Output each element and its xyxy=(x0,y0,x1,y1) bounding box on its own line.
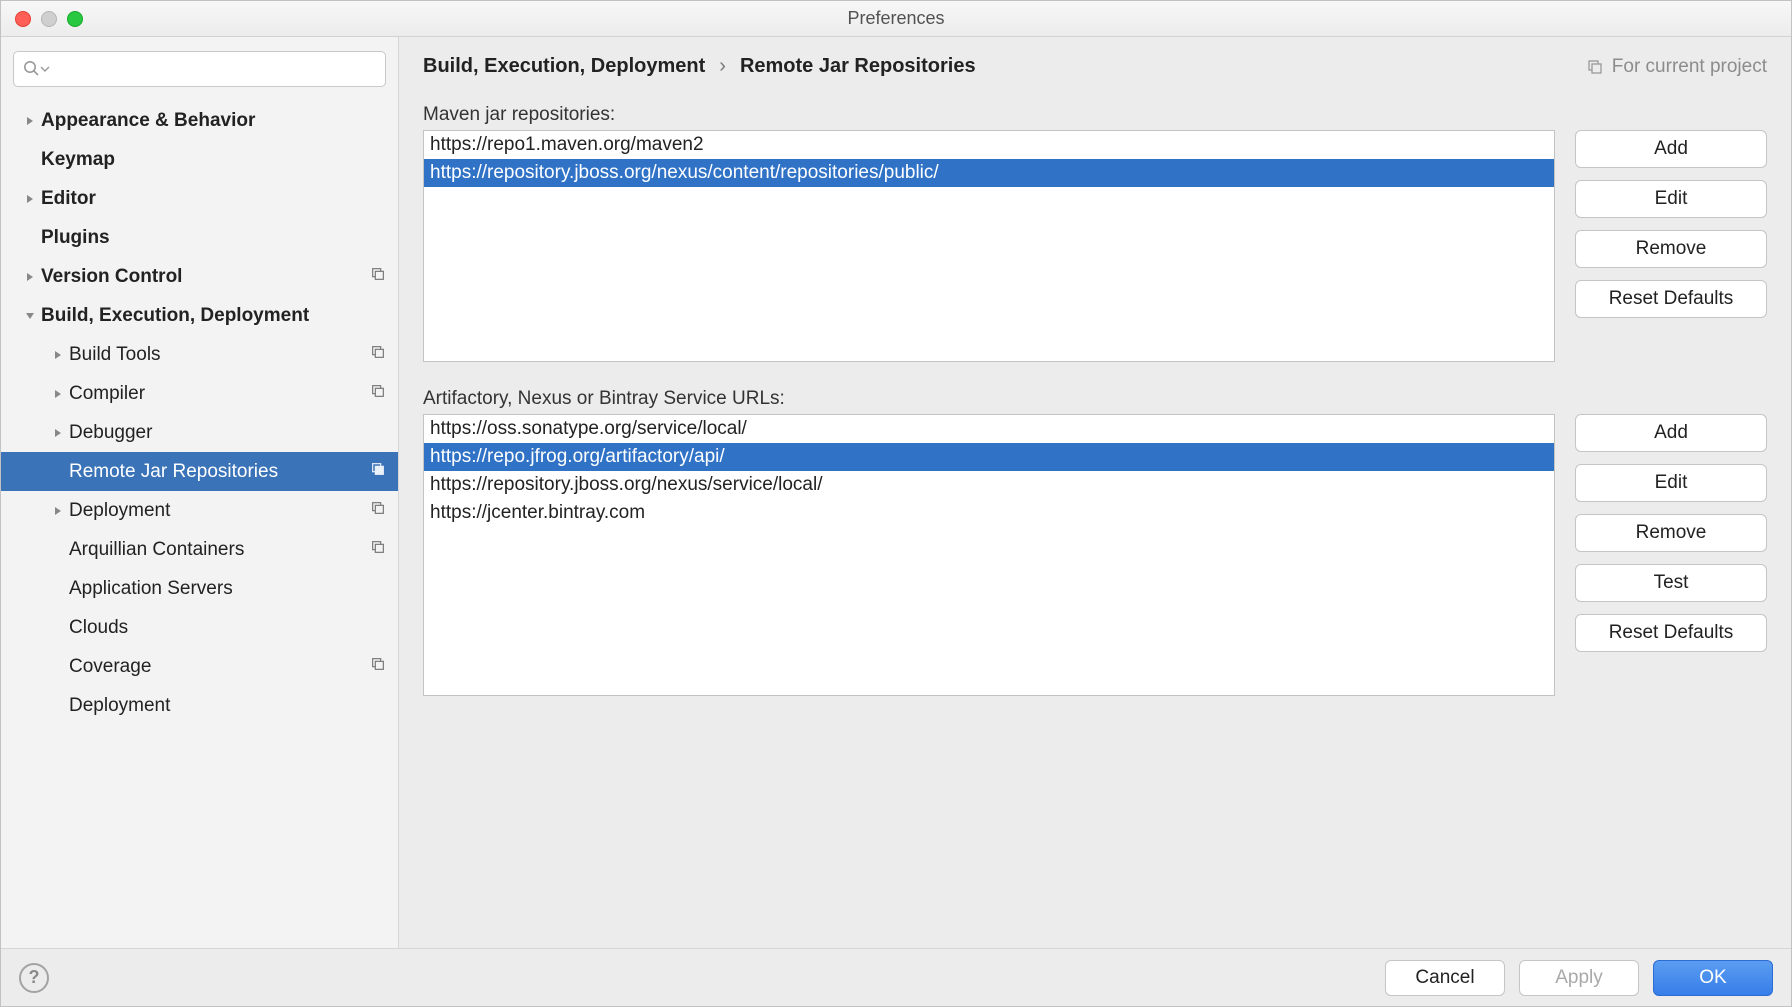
list-item[interactable]: https://repo.jfrog.org/artifactory/api/ xyxy=(424,443,1554,471)
tree-item[interactable]: Clouds xyxy=(1,608,398,647)
chevron-down-icon xyxy=(40,59,50,79)
tree-item[interactable]: Debugger xyxy=(1,413,398,452)
chevron-right-icon[interactable] xyxy=(19,194,41,204)
tree-item-label: Deployment xyxy=(69,695,386,717)
tree-item-label: Build Tools xyxy=(69,344,364,366)
tree-item[interactable]: Deployment xyxy=(1,491,398,530)
list-item[interactable]: https://repository.jboss.org/nexus/conte… xyxy=(424,159,1554,187)
service-urls-label: Artifactory, Nexus or Bintray Service UR… xyxy=(423,388,1767,410)
tree-item-label: Keymap xyxy=(41,149,386,171)
service-urls-buttons: Add Edit Remove Test Reset Defaults xyxy=(1575,414,1767,652)
project-scope-icon xyxy=(370,266,386,288)
tree-item-label: Deployment xyxy=(69,500,364,522)
search-field[interactable] xyxy=(13,51,386,87)
sidebar: Appearance & Behavior Keymap Editor Plugins… xyxy=(1,37,399,948)
breadcrumb-item: Remote Jar Repositories xyxy=(740,55,976,78)
breadcrumb: Build, Execution, Deployment › Remote Ja… xyxy=(423,55,1767,78)
tree-item-label: Build, Execution, Deployment xyxy=(41,305,386,327)
chevron-right-icon[interactable] xyxy=(47,428,69,438)
ok-button[interactable]: OK xyxy=(1653,960,1773,996)
breadcrumb-item[interactable]: Build, Execution, Deployment xyxy=(423,55,705,78)
tree-item-label: Remote Jar Repositories xyxy=(69,461,364,483)
preferences-window: Preferences Appearance & Behavior Keymap E… xyxy=(0,0,1792,1007)
tree-item[interactable]: Arquillian Containers xyxy=(1,530,398,569)
breadcrumb-separator: › xyxy=(719,55,726,78)
tree-item-label: Editor xyxy=(41,188,386,210)
tree-item[interactable]: Coverage xyxy=(1,647,398,686)
edit-button[interactable]: Edit xyxy=(1575,464,1767,502)
chevron-right-icon[interactable] xyxy=(19,116,41,126)
tree-item[interactable]: Deployment xyxy=(1,686,398,725)
tree-item[interactable]: Keymap xyxy=(1,140,398,179)
list-item[interactable]: https://jcenter.bintray.com xyxy=(424,499,1554,527)
add-button[interactable]: Add xyxy=(1575,130,1767,168)
service-urls-section: https://oss.sonatype.org/service/local/h… xyxy=(423,414,1767,696)
chevron-down-icon[interactable] xyxy=(19,311,41,321)
list-item[interactable]: https://oss.sonatype.org/service/local/ xyxy=(424,415,1554,443)
maven-repos-section: https://repo1.maven.org/maven2https://re… xyxy=(423,130,1767,362)
reset-defaults-button[interactable]: Reset Defaults xyxy=(1575,614,1767,652)
chevron-right-icon[interactable] xyxy=(47,506,69,516)
add-button[interactable]: Add xyxy=(1575,414,1767,452)
scope-indicator: For current project xyxy=(1586,56,1767,78)
chevron-right-icon[interactable] xyxy=(47,350,69,360)
project-scope-icon xyxy=(370,500,386,522)
project-scope-icon xyxy=(370,656,386,678)
tree-item-label: Appearance & Behavior xyxy=(41,110,386,132)
zoom-window-button[interactable] xyxy=(67,11,83,27)
tree-item-label: Debugger xyxy=(69,422,386,444)
tree-item[interactable]: Build Tools xyxy=(1,335,398,374)
remove-button[interactable]: Remove xyxy=(1575,514,1767,552)
tree-item[interactable]: Version Control xyxy=(1,257,398,296)
tree-item-label: Coverage xyxy=(69,656,364,678)
dialog-footer: ? Cancel Apply OK xyxy=(1,948,1791,1006)
project-scope-icon xyxy=(370,539,386,561)
tree-item[interactable]: Build, Execution, Deployment xyxy=(1,296,398,335)
cancel-button[interactable]: Cancel xyxy=(1385,960,1505,996)
apply-button[interactable]: Apply xyxy=(1519,960,1639,996)
tree-item[interactable]: Remote Jar Repositories xyxy=(1,452,398,491)
tree-item-label: Arquillian Containers xyxy=(69,539,364,561)
tree-item[interactable]: Compiler xyxy=(1,374,398,413)
project-scope-icon xyxy=(370,344,386,366)
tree-item[interactable]: Appearance & Behavior xyxy=(1,101,398,140)
tree-item[interactable]: Plugins xyxy=(1,218,398,257)
settings-tree: Appearance & Behavior Keymap Editor Plugins… xyxy=(1,97,398,948)
maven-repos-list[interactable]: https://repo1.maven.org/maven2https://re… xyxy=(423,130,1555,362)
list-item[interactable]: https://repository.jboss.org/nexus/servi… xyxy=(424,471,1554,499)
window-controls xyxy=(15,11,83,27)
titlebar: Preferences xyxy=(1,1,1791,37)
maven-repos-buttons: Add Edit Remove Reset Defaults xyxy=(1575,130,1767,318)
minimize-window-button[interactable] xyxy=(41,11,57,27)
tree-item-label: Compiler xyxy=(69,383,364,405)
service-urls-list[interactable]: https://oss.sonatype.org/service/local/h… xyxy=(423,414,1555,696)
search-icon xyxy=(22,59,42,79)
project-scope-icon xyxy=(370,461,386,483)
main-panel: Build, Execution, Deployment › Remote Ja… xyxy=(399,37,1791,948)
window-title: Preferences xyxy=(847,8,944,29)
reset-defaults-button[interactable]: Reset Defaults xyxy=(1575,280,1767,318)
chevron-right-icon[interactable] xyxy=(19,272,41,282)
chevron-right-icon[interactable] xyxy=(47,389,69,399)
maven-repos-label: Maven jar repositories: xyxy=(423,104,1767,126)
test-button[interactable]: Test xyxy=(1575,564,1767,602)
search-input[interactable] xyxy=(54,59,377,79)
copy-icon xyxy=(1586,58,1604,76)
tree-item-label: Clouds xyxy=(69,617,386,639)
close-window-button[interactable] xyxy=(15,11,31,27)
list-item[interactable]: https://repo1.maven.org/maven2 xyxy=(424,131,1554,159)
project-scope-icon xyxy=(370,383,386,405)
tree-item[interactable]: Application Servers xyxy=(1,569,398,608)
tree-item-label: Version Control xyxy=(41,266,364,288)
tree-item[interactable]: Editor xyxy=(1,179,398,218)
tree-item-label: Application Servers xyxy=(69,578,386,600)
remove-button[interactable]: Remove xyxy=(1575,230,1767,268)
help-button[interactable]: ? xyxy=(19,963,49,993)
scope-label: For current project xyxy=(1612,56,1767,78)
tree-item-label: Plugins xyxy=(41,227,386,249)
edit-button[interactable]: Edit xyxy=(1575,180,1767,218)
